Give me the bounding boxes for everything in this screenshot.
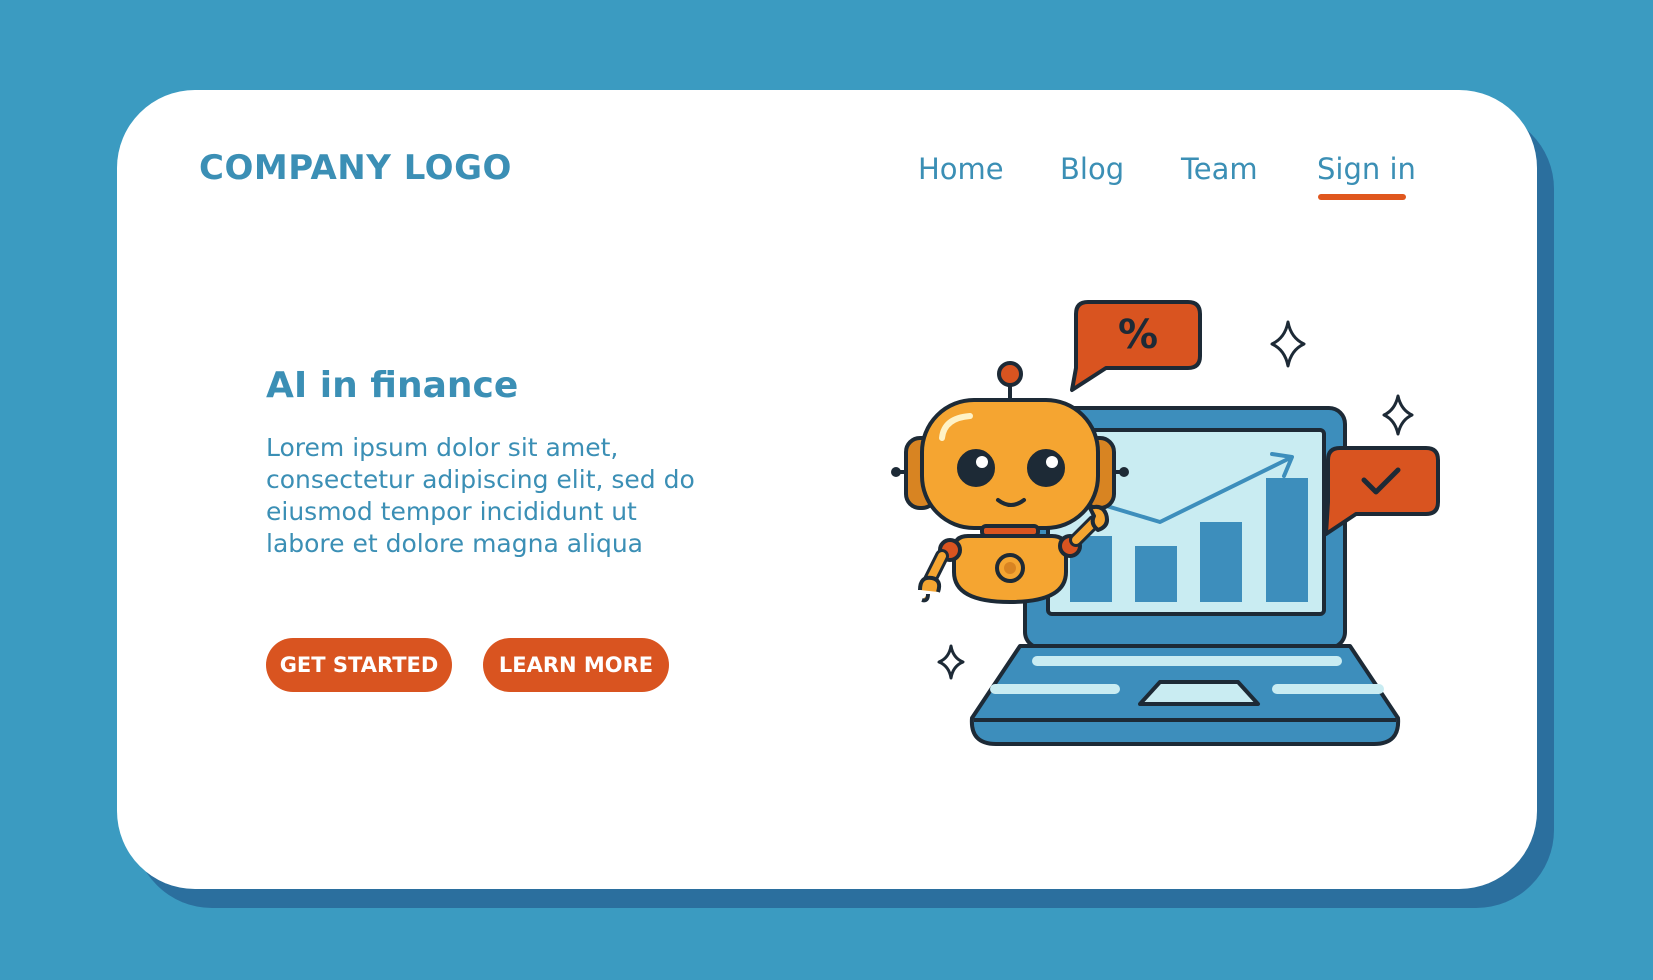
percent-symbol: % (1118, 312, 1158, 358)
nav-home-link[interactable]: Home (918, 152, 1004, 186)
percent-bubble-icon: % (1070, 300, 1202, 392)
company-logo[interactable]: COMPANY LOGO (199, 148, 512, 188)
hero-description: Lorem ipsum dolor sit amet, consectetur … (266, 433, 695, 558)
nav-signin-link[interactable]: Sign in (1317, 152, 1416, 186)
learn-more-button[interactable]: LEARN MORE (483, 638, 669, 692)
check-bubble-icon (1324, 446, 1440, 536)
sparkle-icon (1270, 320, 1306, 368)
get-started-button[interactable]: GET STARTED (266, 638, 452, 692)
active-nav-underline (1318, 194, 1406, 200)
nav-team-link[interactable]: Team (1181, 152, 1258, 186)
hero-title: AI in finance (266, 365, 519, 406)
sparkle-icon (1382, 394, 1414, 436)
sparkle-icon (937, 644, 965, 680)
ai-finance-illustration: % (891, 300, 1440, 746)
nav-blog-link[interactable]: Blog (1060, 152, 1124, 186)
